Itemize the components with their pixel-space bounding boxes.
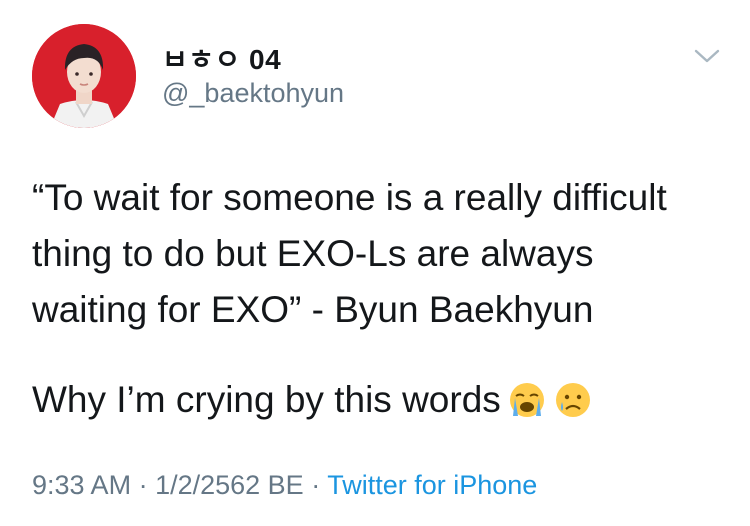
tweet-text-line: Why I’m crying by this words: [32, 379, 501, 420]
display-name[interactable]: ㅂㅎㅇ 04: [162, 38, 281, 78]
tweet-text: “To wait for someone is a really difficu…: [32, 170, 732, 338]
tweet-text-line: waiting for EXO” - Byun Baekhyun: [32, 289, 594, 330]
tweet-metadata: 9:33 AM · 1/2/2562 BE · Twitter for iPho…: [32, 470, 537, 501]
chevron-down-icon[interactable]: [692, 46, 722, 66]
tweet-source-link[interactable]: Twitter for iPhone: [327, 470, 537, 500]
user-handle[interactable]: @_baektohyun: [162, 78, 344, 109]
crying-face-icon: [553, 380, 593, 420]
loudly-crying-face-icon: [507, 380, 547, 420]
separator: ·: [303, 470, 328, 500]
avatar[interactable]: [32, 24, 136, 128]
tweet-second-paragraph: Why I’m crying by this words: [32, 372, 732, 428]
tweet-text-line: thing to do but EXO-Ls are always: [32, 233, 594, 274]
tweet-time[interactable]: 9:33 AM: [32, 470, 131, 500]
tweet-text-line: “To wait for someone is a really difficu…: [32, 177, 667, 218]
tweet-date[interactable]: 1/2/2562 BE: [155, 470, 304, 500]
separator: ·: [131, 470, 156, 500]
